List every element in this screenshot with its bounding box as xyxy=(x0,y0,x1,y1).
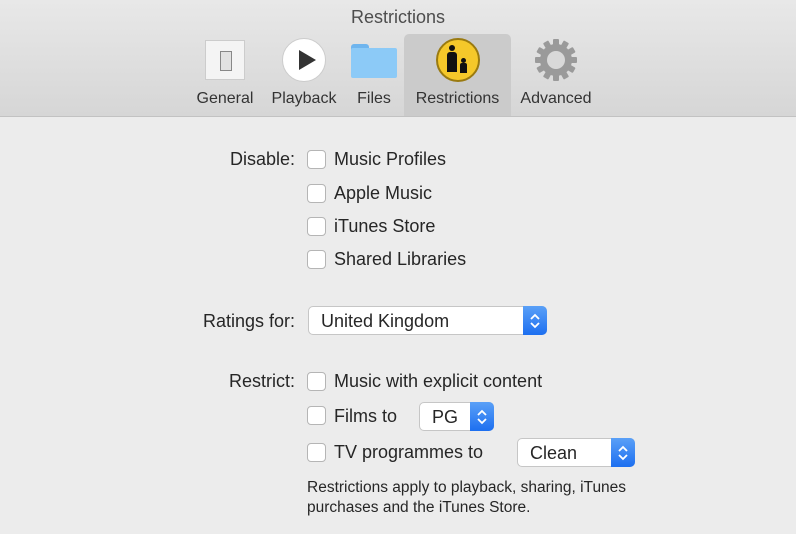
films-rating-value: PG xyxy=(432,407,459,427)
switch-icon xyxy=(205,40,245,80)
tv-label: TV programmes to xyxy=(334,442,484,462)
restrict-label: Restrict: xyxy=(228,371,295,391)
shared-libraries-checkbox[interactable] xyxy=(307,250,326,269)
restrictions-note: Restrictions apply to playback, sharing,… xyxy=(307,478,687,518)
tab-general[interactable]: General xyxy=(186,34,264,116)
explicit-label: Music with explicit content xyxy=(334,371,543,391)
itunes-store-label: iTunes Store xyxy=(334,216,436,236)
play-icon xyxy=(282,38,326,82)
window-title: Restrictions xyxy=(350,7,446,27)
gear-icon xyxy=(532,36,580,84)
parental-icon xyxy=(435,38,480,82)
tab-label: Playback xyxy=(271,90,337,107)
tab-label: Restrictions xyxy=(415,90,500,107)
films-label: Films to xyxy=(334,406,397,426)
note-line: Restrictions apply to playback, sharing,… xyxy=(307,479,627,496)
tv-rating-value: Clean xyxy=(530,443,578,463)
ratings-label: Ratings for: xyxy=(202,311,295,331)
films-checkbox[interactable] xyxy=(307,406,326,425)
itunes-store-checkbox[interactable] xyxy=(307,217,326,236)
ratings-country-select[interactable]: United Kingdom xyxy=(308,306,547,335)
folder-icon xyxy=(351,44,397,78)
note-line: purchases and the iTunes Store. xyxy=(307,499,531,516)
tab-restrictions[interactable]: Restrictions xyxy=(404,34,511,116)
tv-checkbox[interactable] xyxy=(307,443,326,462)
explicit-checkbox[interactable] xyxy=(307,372,326,391)
tab-label: Advanced xyxy=(520,90,592,107)
music-profiles-checkbox[interactable] xyxy=(307,150,326,169)
tab-files[interactable]: Files xyxy=(346,34,402,116)
toolbar: Restrictions General Playback Files Rest… xyxy=(0,0,796,117)
shared-libraries-label: Shared Libraries xyxy=(334,249,467,269)
chevron-updown-icon xyxy=(611,438,635,467)
tv-rating-select[interactable]: Clean xyxy=(517,438,635,467)
tab-playback[interactable]: Playback xyxy=(264,34,344,116)
ratings-country-value: United Kingdom xyxy=(321,311,450,331)
apple-music-label: Apple Music xyxy=(334,183,433,203)
films-rating-select[interactable]: PG xyxy=(419,402,494,431)
disable-label: Disable: xyxy=(229,149,295,169)
chevron-updown-icon xyxy=(523,306,547,335)
tab-advanced[interactable]: Advanced xyxy=(513,34,599,116)
tab-label: General xyxy=(196,90,254,107)
apple-music-checkbox[interactable] xyxy=(307,184,326,203)
tab-label: Files xyxy=(357,90,391,107)
chevron-updown-icon xyxy=(470,402,494,431)
music-profiles-label: Music Profiles xyxy=(334,149,447,169)
